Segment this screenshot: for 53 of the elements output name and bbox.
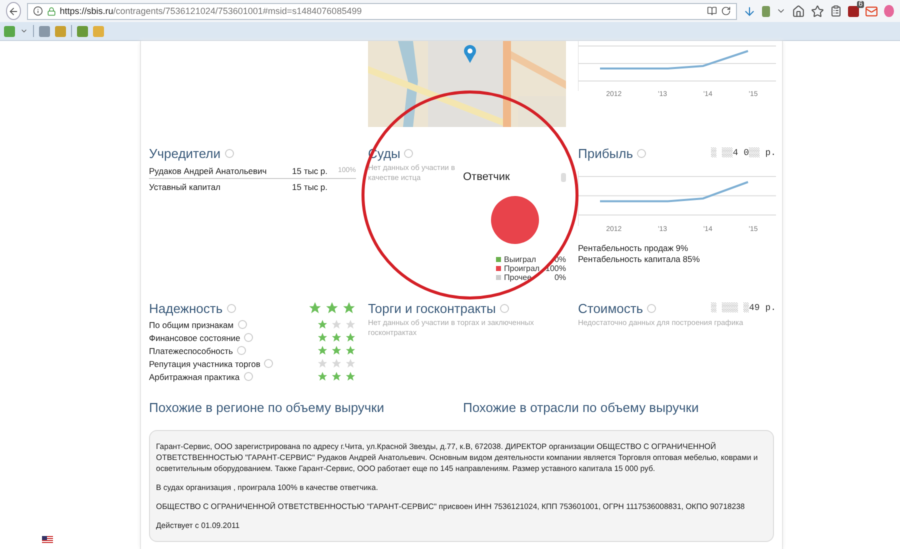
section-title: Торги и госконтракты bbox=[368, 300, 496, 316]
criterion-label: Платежеспособность bbox=[149, 346, 233, 356]
list-icon[interactable] bbox=[830, 5, 842, 17]
help-icon bbox=[636, 148, 646, 158]
help-icon bbox=[224, 148, 234, 158]
section-title: Похожие в регионе по объему выручки bbox=[149, 400, 386, 417]
founder-name: Рудаков Андрей Анатольевич bbox=[149, 166, 268, 176]
download-icon[interactable] bbox=[742, 4, 756, 18]
section-title: Похожие в отрасли по объему выручки bbox=[463, 400, 700, 417]
flag-icon bbox=[42, 536, 53, 543]
reader-icon[interactable] bbox=[706, 6, 717, 16]
back-button[interactable] bbox=[6, 2, 21, 20]
home-icon[interactable] bbox=[792, 4, 806, 18]
bookmark-icon[interactable] bbox=[811, 4, 824, 18]
amount: 15 тыс р. bbox=[292, 166, 329, 176]
section-title: Прибыль bbox=[578, 146, 633, 160]
empty-star-icon bbox=[345, 358, 356, 369]
section-title: Надежность bbox=[149, 300, 223, 316]
avatar[interactable] bbox=[884, 5, 894, 17]
metric: Рентабельность капитала 85% bbox=[578, 254, 701, 265]
empty-star-icon bbox=[331, 358, 342, 369]
help-icon bbox=[647, 304, 656, 312]
empty-star-icon bbox=[331, 319, 342, 330]
criterion-label: Репутация участника торгов bbox=[149, 358, 260, 368]
lock-icon bbox=[46, 6, 56, 16]
mail-icon[interactable] bbox=[865, 4, 878, 18]
help-icon bbox=[264, 359, 274, 368]
criterion-label: Арбитражная практика bbox=[149, 372, 240, 382]
empty-star-icon bbox=[317, 358, 328, 369]
dropdown-icon[interactable] bbox=[20, 27, 28, 35]
info-icon bbox=[32, 6, 43, 16]
legend-label: Проиграл bbox=[504, 264, 541, 273]
metric: Рентабельность продаж 9% bbox=[578, 243, 690, 254]
section-title: Учредители bbox=[149, 146, 221, 160]
empty-star-icon bbox=[345, 319, 356, 330]
section-title: Стоимость bbox=[578, 300, 644, 316]
address-bar[interactable]: https://sbis.ru/contragents/7536121024/753601001#msid=s1484076085499 bbox=[26, 2, 737, 20]
legend-label: Выиграл bbox=[504, 255, 538, 264]
criterion-label: Финансовое состояние bbox=[149, 332, 240, 342]
criterion-label: По общим признакам bbox=[149, 320, 234, 330]
profit-value: ░ ░░4 0░░ р. bbox=[711, 148, 776, 158]
pie-slice bbox=[490, 196, 538, 244]
cost-value: ░ ░░░ ░49 р. bbox=[711, 303, 776, 313]
help-icon bbox=[500, 304, 509, 312]
back-arrow-icon bbox=[8, 6, 19, 16]
reload-icon[interactable] bbox=[720, 6, 731, 16]
legend-label: Прочее bbox=[504, 273, 533, 282]
help-icon bbox=[244, 372, 253, 381]
founder-name: Уставный капитал bbox=[149, 182, 222, 192]
amount: 15 тыс р. bbox=[292, 182, 329, 192]
help-icon bbox=[404, 148, 414, 158]
legend-value: 0% bbox=[554, 273, 566, 282]
chart-title: Ответчик bbox=[463, 171, 510, 183]
